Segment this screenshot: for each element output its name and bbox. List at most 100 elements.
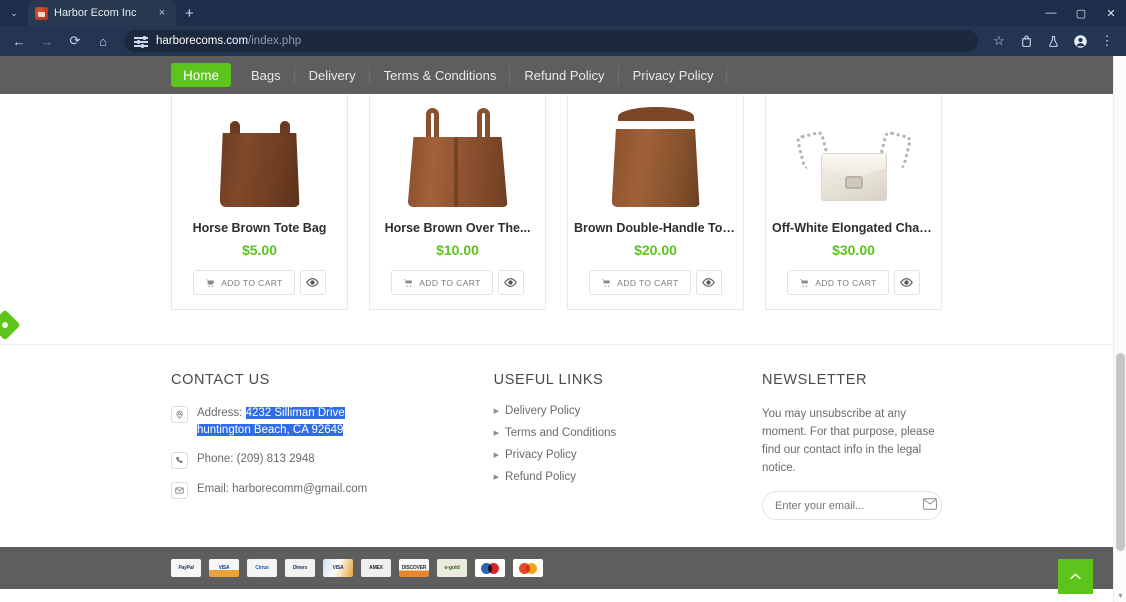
arrow-right-marker-icon <box>2 322 9 328</box>
quick-view-button[interactable] <box>497 270 524 295</box>
contact-phone-row: Phone: (209) 813 2948 <box>171 451 494 469</box>
browser-menu-icon[interactable]: ⋮ <box>1094 29 1120 53</box>
phone-icon <box>171 452 188 469</box>
payment-icon-mastercard <box>513 559 543 577</box>
product-card[interactable]: Horse Brown Tote Bag $5.00 ADD TO CART <box>171 95 348 310</box>
forward-icon[interactable]: → <box>34 29 60 53</box>
list-item[interactable]: ▶ Delivery Policy <box>494 405 762 417</box>
contact-address-label: Address: <box>197 407 243 419</box>
add-to-cart-button[interactable]: ADD TO CART <box>391 270 493 295</box>
newsletter-description: You may unsubscribe at any moment. For t… <box>762 408 935 474</box>
add-to-cart-label: ADD TO CART <box>221 277 283 288</box>
side-tab-toggle[interactable] <box>0 309 21 341</box>
chevron-right-icon: ▶ <box>493 408 500 415</box>
browser-tab[interactable]: Harbor Ecom Inc × <box>28 0 176 26</box>
window-close-button[interactable]: ✕ <box>1096 0 1126 26</box>
payment-methods-bar: PayPal VISA Cirrus Diners VISA AMEX DISC… <box>0 547 1113 589</box>
site-footer: CONTACT US Address: 4232 Silliman Drive … <box>0 345 1113 520</box>
quick-view-button[interactable] <box>893 270 920 295</box>
product-title: Horse Brown Tote Bag <box>192 221 327 235</box>
useful-link-label: Terms and Conditions <box>505 427 617 439</box>
product-card[interactable]: Off-White Elongated Chain... $30.00 ADD … <box>765 95 942 310</box>
footer-useful-links-column: USEFUL LINKS ▶ Delivery Policy ▶ Terms and… <box>494 372 762 520</box>
page-viewport: Home Bags Delivery Terms & Conditions Re… <box>0 56 1126 602</box>
window-maximize-button[interactable]: ▢ <box>1066 0 1096 26</box>
tab-close-icon[interactable]: × <box>155 7 169 19</box>
newsletter-form[interactable] <box>762 491 942 520</box>
newsletter-submit-icon[interactable] <box>923 498 937 513</box>
profile-icon[interactable] <box>1067 29 1093 53</box>
location-pin-icon <box>171 406 188 423</box>
chevron-right-icon: ▶ <box>493 430 500 437</box>
list-item[interactable]: ▶ Terms and Conditions <box>494 427 762 439</box>
new-tab-button[interactable]: + <box>185 5 194 22</box>
brown-tote-bag-icon <box>214 107 306 207</box>
product-title: Horse Brown Over The... <box>384 221 531 235</box>
tab-list-chevron-icon[interactable]: ⌄ <box>4 3 24 23</box>
contact-address: Address: 4232 Silliman Drive huntington … <box>197 405 382 439</box>
nav-item-privacy-policy[interactable]: Privacy Policy <box>619 56 728 94</box>
page-scrollbar[interactable]: ▼ <box>1113 56 1126 602</box>
scrollbar-thumb[interactable] <box>1116 353 1125 551</box>
contact-address-row: Address: 4232 Silliman Drive huntington … <box>171 405 494 439</box>
nav-item-terms-conditions[interactable]: Terms & Conditions <box>370 56 511 94</box>
address-bar[interactable]: harborecoms.com/index.php <box>124 30 978 52</box>
contact-us-heading: CONTACT US <box>171 372 270 388</box>
useful-link-label: Delivery Policy <box>505 405 581 417</box>
reload-icon[interactable]: ⟳ <box>62 29 88 53</box>
payment-icon-diners-club: Diners <box>285 559 315 577</box>
payment-icon-american-express: AMEX <box>361 559 391 577</box>
add-to-cart-button[interactable]: ADD TO CART <box>589 270 691 295</box>
footer-contact-column: CONTACT US Address: 4232 Silliman Drive … <box>171 372 494 520</box>
nav-item-delivery[interactable]: Delivery <box>295 56 370 94</box>
brown-double-handle-bag-icon <box>608 107 704 207</box>
home-icon[interactable]: ⌂ <box>90 29 116 53</box>
back-icon[interactable]: ← <box>6 29 32 53</box>
toolbar-right-icons: ☆ ⋮ <box>986 29 1120 53</box>
add-to-cart-button[interactable]: ADD TO CART <box>193 270 295 295</box>
contact-email-row: Email: harborecomm@gmail.com <box>171 481 494 499</box>
product-card[interactable]: Horse Brown Over The... $10.00 ADD TO CA… <box>369 95 546 310</box>
newsletter-email-input[interactable] <box>775 499 917 512</box>
nav-item-home[interactable]: Home <box>171 63 232 87</box>
product-card[interactable]: Brown Double-Handle Tote Bag $20.00 ADD … <box>567 95 744 310</box>
cart-icon <box>602 278 610 287</box>
url-domain: harborecoms.com <box>156 35 249 47</box>
product-grid: Horse Brown Tote Bag $5.00 ADD TO CART H… <box>0 95 1113 310</box>
payment-icon-discover: DISCOVER <box>399 559 429 577</box>
url-path: /index.php <box>248 35 302 47</box>
product-price: $10.00 <box>436 242 479 258</box>
product-actions: ADD TO CART <box>766 270 941 295</box>
extensions-icon[interactable] <box>1013 29 1039 53</box>
window-controls: — ▢ ✕ <box>1036 0 1126 26</box>
brown-shoulder-bag-icon <box>404 102 512 207</box>
quick-view-button[interactable] <box>299 270 326 295</box>
nav-item-bags[interactable]: Bags <box>237 56 295 94</box>
eye-icon <box>504 278 518 287</box>
site-settings-icon[interactable] <box>134 35 148 48</box>
product-price: $20.00 <box>634 242 677 258</box>
scrollbar-down-arrow-icon[interactable]: ▼ <box>1114 593 1126 600</box>
list-item[interactable]: ▶ Refund Policy <box>494 471 762 483</box>
product-title: Brown Double-Handle Tote Bag <box>574 221 743 235</box>
browser-window: ⌄ Harbor Ecom Inc × + — ▢ ✕ ← → ⟳ ⌂ harb… <box>0 0 1126 602</box>
list-item[interactable]: ▶ Privacy Policy <box>494 449 762 461</box>
payment-icon-visa-electron: VISA <box>323 559 353 577</box>
contact-phone: Phone: (209) 813 2948 <box>197 453 315 465</box>
bookmark-star-icon[interactable]: ☆ <box>986 29 1012 53</box>
browser-titlebar: ⌄ Harbor Ecom Inc × + — ▢ ✕ <box>0 0 1126 26</box>
add-to-cart-button[interactable]: ADD TO CART <box>787 270 889 295</box>
quick-view-button[interactable] <box>695 270 722 295</box>
add-to-cart-label: ADD TO CART <box>815 277 877 288</box>
payment-icon-egold: e-gold <box>437 559 467 577</box>
window-minimize-button[interactable]: — <box>1036 0 1066 26</box>
labs-flask-icon[interactable] <box>1040 29 1066 53</box>
useful-link-label: Refund Policy <box>505 471 576 483</box>
scroll-to-top-button[interactable] <box>1058 559 1093 594</box>
site-navigation: Home Bags Delivery Terms & Conditions Re… <box>0 56 1113 94</box>
copyright-bar: Copyright 2024 harborecoms. All rights r… <box>0 589 1113 602</box>
page-content: Home Bags Delivery Terms & Conditions Re… <box>0 56 1113 602</box>
cart-icon <box>800 278 808 287</box>
nav-item-refund-policy[interactable]: Refund Policy <box>510 56 619 94</box>
payment-icon-maestro <box>475 559 505 577</box>
